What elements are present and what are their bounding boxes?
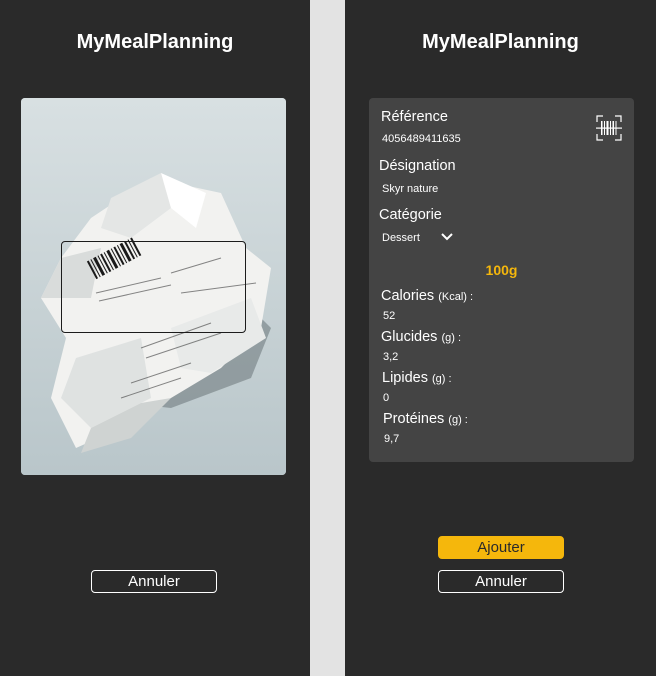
portion-label: 100g — [485, 262, 518, 278]
nutrient-label: Lipides — [382, 370, 428, 386]
app-title: MyMealPlanning — [422, 31, 579, 53]
nutrient-unit: (g) : — [431, 373, 452, 385]
reference-value: 4056489411635 — [382, 133, 461, 145]
nutrient-label: Glucides — [381, 329, 438, 345]
nutrient-label: Protéines — [383, 411, 445, 427]
camera-preview — [21, 98, 286, 475]
nutrient-label: Calories — [381, 288, 435, 304]
app-title: MyMealPlanning — [76, 31, 234, 53]
nutrient-unit: (g) : — [448, 414, 468, 426]
barcode-scan-icon[interactable] — [596, 115, 622, 141]
nutrient-unit: (g) : — [441, 332, 462, 344]
designation-value: Skyr nature — [382, 183, 439, 195]
nutrient-unit: (Kcal) : — [438, 291, 474, 303]
nutrient-value: 9,7 — [384, 433, 400, 445]
cancel-button[interactable]: Annuler — [91, 570, 217, 593]
scanner-screen: MyMealPlanning Annuler — [0, 0, 310, 676]
reference-label: Référence — [381, 109, 448, 125]
nutrient-value: 3,2 — [383, 351, 399, 363]
product-screen: MyMealPlanning Référence 4056489411635 D… — [345, 0, 656, 676]
nutrient-value: 52 — [383, 310, 396, 322]
cancel-button[interactable]: Annuler — [438, 570, 564, 593]
category-label: Catégorie — [379, 207, 442, 223]
chevron-down-icon[interactable] — [440, 232, 454, 242]
category-select[interactable]: Dessert — [382, 232, 420, 244]
designation-label: Désignation — [379, 158, 456, 174]
scan-frame — [61, 241, 246, 333]
product-card: Référence 4056489411635 Désignation Skyr… — [369, 98, 634, 462]
add-button[interactable]: Ajouter — [438, 536, 564, 559]
nutrient-value: 0 — [383, 392, 390, 404]
